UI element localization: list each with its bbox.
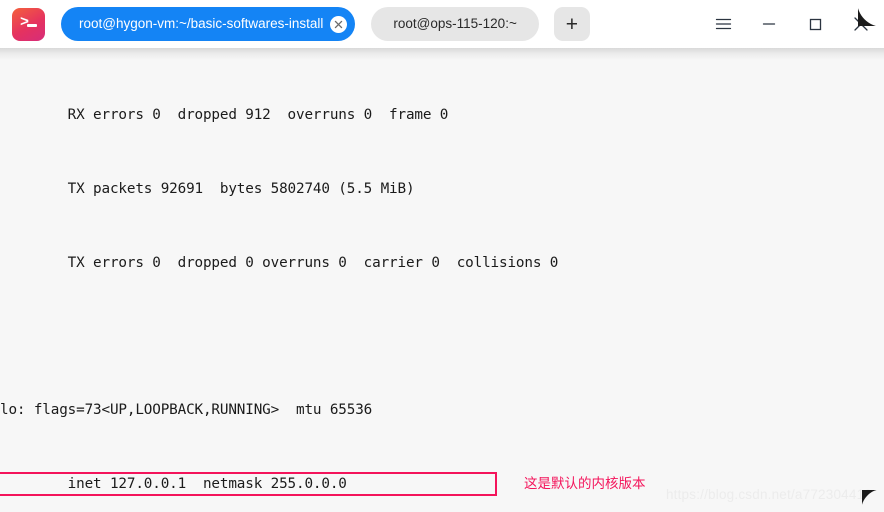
terminal-line: RX errors 0 dropped 912 overruns 0 frame… xyxy=(0,107,449,124)
terminal-line: TX errors 0 dropped 0 overruns 0 carrier… xyxy=(0,254,559,271)
terminal-output-area[interactable]: RX errors 0 dropped 912 overruns 0 frame… xyxy=(0,48,884,512)
prompt-chevron-glyph: > xyxy=(20,13,30,31)
minimize-icon[interactable] xyxy=(746,0,792,48)
terminal-prompt-icon: > xyxy=(12,7,45,41)
new-tab-button[interactable]: + xyxy=(553,7,590,41)
default-kernel-annotation: 这是默认的内核版本 xyxy=(524,476,646,492)
tab-ops-115-120[interactable]: root@ops-115-120:~ xyxy=(371,7,539,41)
tab-label: root@ops-115-120:~ xyxy=(393,16,517,32)
tab-label: root@hygon-vm:~/basic-softwares-install xyxy=(79,16,324,32)
terminal-line: TX packets 92691 bytes 5802740 (5.5 MiB) xyxy=(0,180,415,197)
title-bar: > root@hygon-vm:~/basic-softwares-instal… xyxy=(0,0,884,48)
terminal-line: lo: flags=73<UP,LOOPBACK,RUNNING> mtu 65… xyxy=(0,402,373,419)
window-close-icon[interactable] xyxy=(838,0,884,48)
terminal-line: inet 127.0.0.1 netmask 255.0.0.0 xyxy=(0,476,347,493)
window-controls xyxy=(700,0,884,48)
terminal-app-window: > root@hygon-vm:~/basic-softwares-instal… xyxy=(0,0,884,512)
maximize-icon[interactable] xyxy=(792,0,838,48)
hamburger-menu-icon[interactable] xyxy=(700,0,746,48)
new-tab-label: + xyxy=(565,12,578,36)
prompt-underscore-glyph xyxy=(27,23,37,27)
tab-close-icon[interactable] xyxy=(330,15,348,33)
tab-hygon-vm[interactable]: root@hygon-vm:~/basic-softwares-install xyxy=(61,7,356,41)
terminal-text-lines: RX errors 0 dropped 912 overruns 0 frame… xyxy=(0,48,884,512)
